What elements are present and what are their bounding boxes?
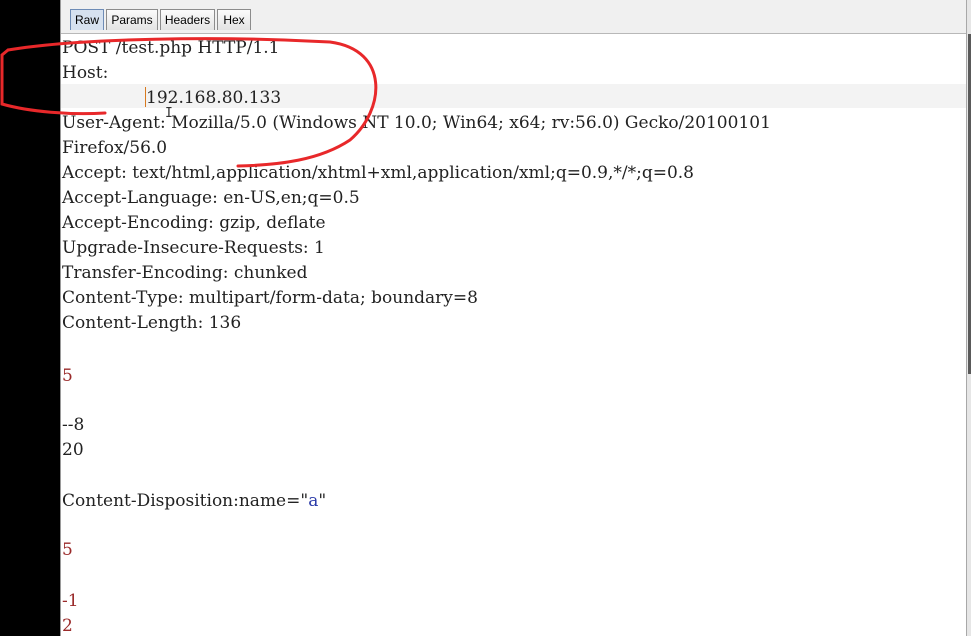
- header-user-agent-cont: Firefox/56.0: [62, 138, 168, 158]
- disposition-suffix: ": [318, 491, 327, 511]
- body-boundary: --8: [62, 415, 85, 435]
- tab-raw[interactable]: Raw: [70, 9, 104, 30]
- header-accept: Accept: text/html,application/xhtml+xml,…: [62, 163, 694, 183]
- vertical-scrollbar[interactable]: [966, 0, 971, 636]
- header-accept-encoding: Accept-Encoding: gzip, deflate: [62, 213, 326, 233]
- header-content-type: Content-Type: multipart/form-data; bound…: [62, 288, 478, 308]
- host-key: Host:: [62, 63, 109, 83]
- header-content-length: Content-Length: 136: [62, 313, 242, 333]
- header-transfer-encoding: Transfer-Encoding: chunked: [62, 263, 308, 283]
- request-panel: Raw Params Headers Hex POST /test.php HT…: [60, 0, 967, 636]
- tab-hex[interactable]: Hex: [217, 9, 251, 30]
- chunk-size-2: 20: [62, 440, 84, 460]
- chunk-size-3: 5: [62, 540, 73, 560]
- disposition-prefix: Content-Disposition:name=": [62, 491, 309, 511]
- raw-request-editor[interactable]: POST /test.php HTTP/1.1 Host: 192.168.80…: [61, 34, 967, 636]
- left-margin: [0, 0, 60, 636]
- screenshot-frame: Raw Params Headers Hex POST /test.php HT…: [0, 0, 971, 636]
- body-content-disposition: Content-Disposition:name="a": [62, 489, 326, 514]
- tab-params[interactable]: Params: [106, 9, 158, 30]
- disposition-value: a: [308, 491, 319, 511]
- chunk-data-3: -1: [62, 591, 79, 611]
- header-user-agent: User-Agent: Mozilla/5.0 (Windows NT 10.0…: [62, 113, 771, 133]
- chunk-size-4: 2: [62, 616, 73, 636]
- request-line: POST /test.php HTTP/1.1: [62, 38, 280, 58]
- header-upgrade-insecure: Upgrade-Insecure-Requests: 1: [62, 238, 325, 258]
- text-caret: [145, 87, 146, 107]
- header-accept-language: Accept-Language: en-US,en;q=0.5: [62, 188, 360, 208]
- chunk-size-1: 5: [62, 366, 73, 386]
- tab-headers[interactable]: Headers: [160, 9, 215, 30]
- tab-bar: Raw Params Headers Hex: [61, 0, 967, 34]
